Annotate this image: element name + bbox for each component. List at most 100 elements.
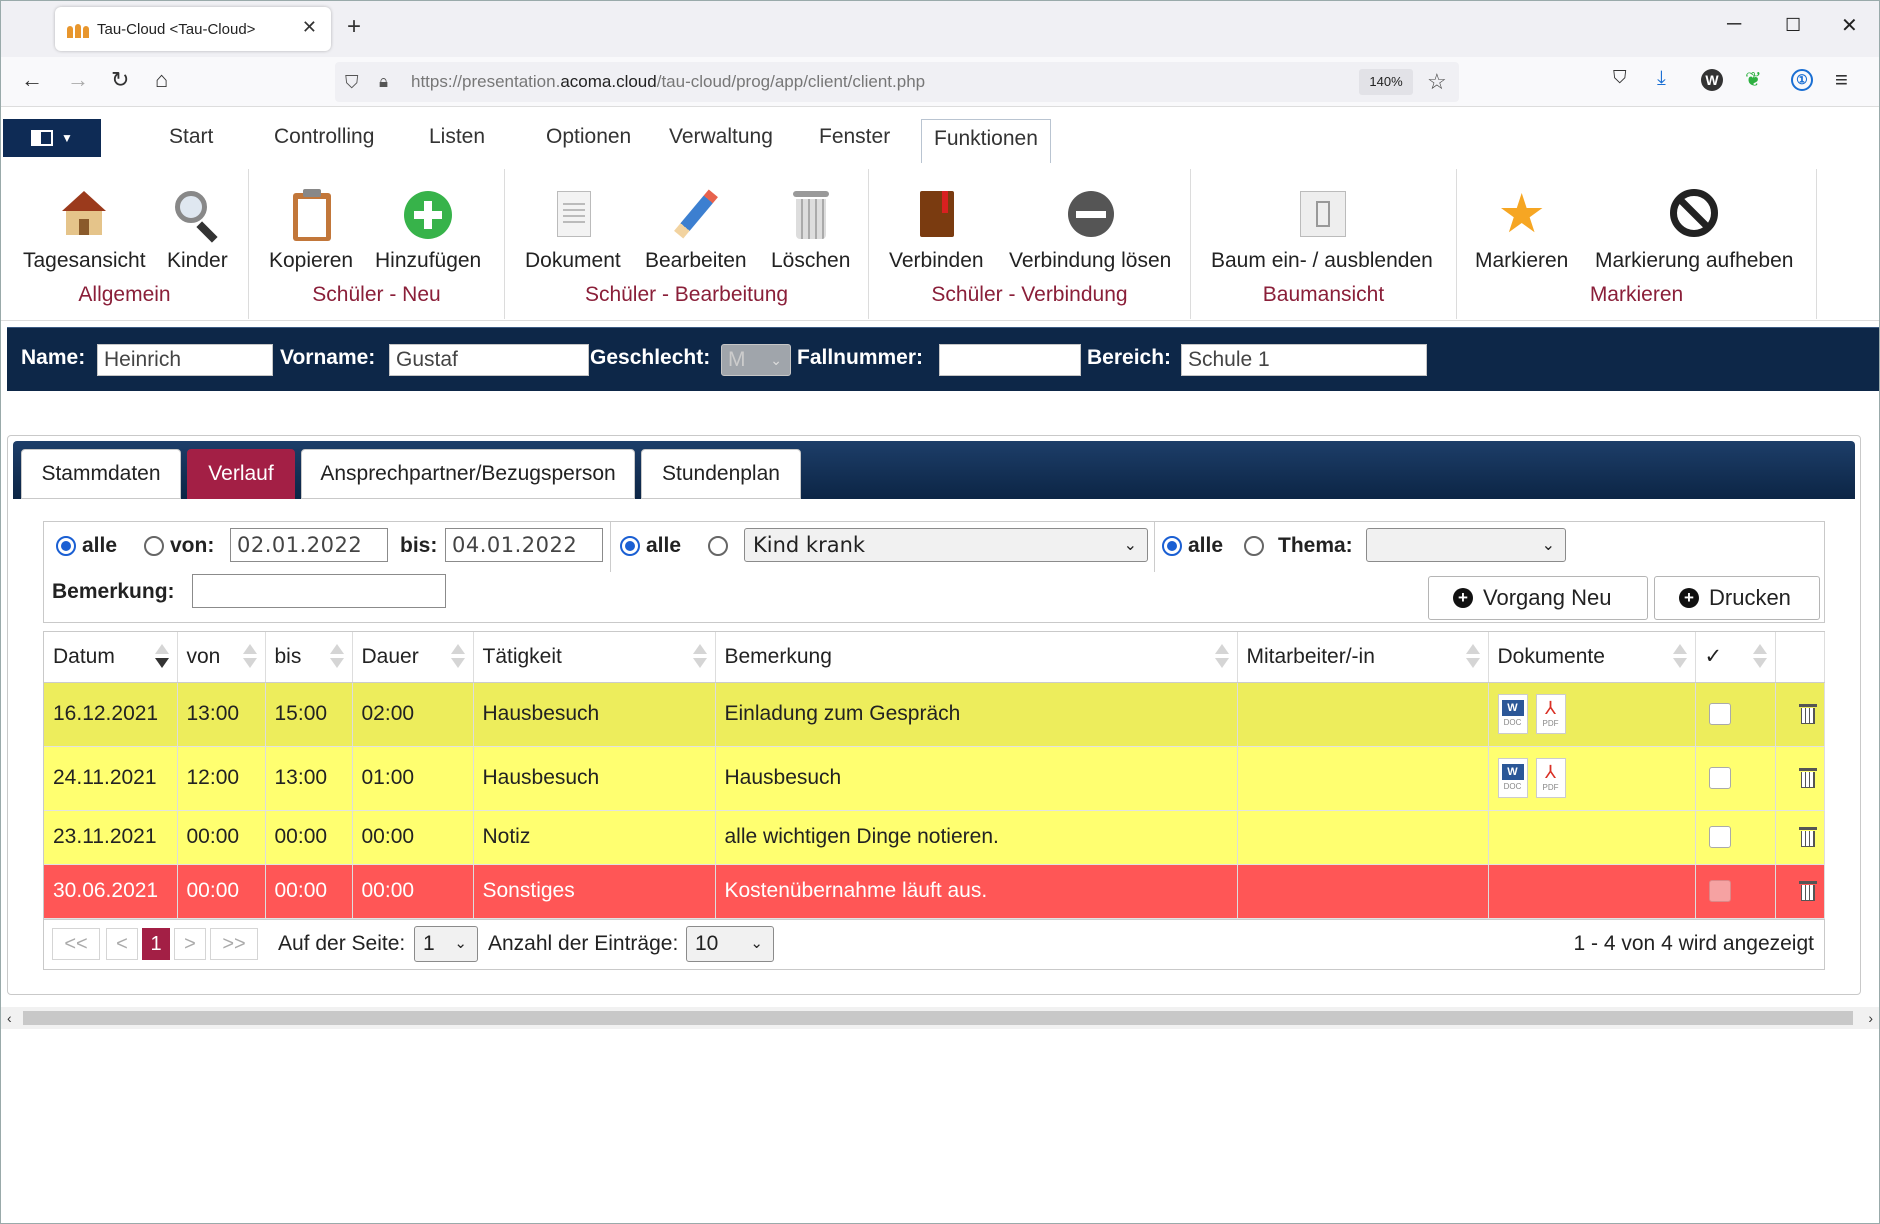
taetigkeit-select-radio[interactable]	[708, 536, 728, 556]
col-mitarbeiter[interactable]: Mitarbeiter/-in	[1237, 632, 1489, 683]
close-tab-icon[interactable]: ✕	[302, 17, 317, 38]
scroll-left-icon[interactable]: ‹	[7, 1007, 12, 1029]
maximize-icon[interactable]: ☐	[1785, 15, 1801, 36]
pocket-icon[interactable]: ⛉	[1613, 67, 1627, 88]
col-dauer[interactable]: Dauer	[352, 632, 474, 683]
menu-verwaltung[interactable]: Verwaltung	[669, 125, 773, 149]
word-doc-icon[interactable]: W DOC	[1497, 694, 1528, 734]
tab-stundenplan[interactable]: Stundenplan	[641, 449, 801, 499]
hamburger-menu-icon[interactable]: ≡	[1835, 67, 1848, 93]
col-von[interactable]: von	[177, 632, 266, 683]
count-select[interactable]: 10 ⌄	[686, 925, 774, 962]
von-date-field[interactable]: 02.01.2022	[230, 528, 388, 562]
bemerkung-field[interactable]	[192, 574, 446, 608]
date-von-radio[interactable]	[144, 536, 164, 556]
col-bis[interactable]: bis	[265, 632, 353, 683]
trash-icon[interactable]	[1798, 880, 1817, 902]
menu-optionen[interactable]: Optionen	[546, 125, 631, 149]
download-icon[interactable]: ⤓	[1657, 67, 1666, 90]
table-row[interactable]: 16.12.2021 13:00 15:00 02:00 Hausbesuch …	[44, 682, 1825, 747]
page-select[interactable]: 1 ⌄	[414, 925, 478, 962]
horizontal-scrollbar[interactable]: ‹ ›	[1, 1007, 1879, 1029]
trash-icon[interactable]	[1798, 703, 1817, 725]
dokument-button[interactable]: Dokument	[525, 187, 621, 273]
col-dokumente[interactable]: Dokumente	[1488, 632, 1696, 683]
tab-verlauf[interactable]: Verlauf	[187, 449, 295, 499]
baum-ein-ausblenden-button[interactable]: Baum ein- / ausblenden	[1211, 187, 1433, 273]
verbinden-button[interactable]: Verbinden	[889, 187, 984, 273]
reload-icon[interactable]: ↻	[111, 67, 129, 93]
forward-icon[interactable]: →	[67, 67, 89, 93]
tagesansicht-button[interactable]: Tagesansicht	[23, 187, 146, 273]
close-window-icon[interactable]: ✕	[1841, 13, 1858, 38]
bookmark-star-icon[interactable]: ☆	[1427, 69, 1447, 95]
menu-listen[interactable]: Listen	[429, 125, 485, 149]
col-taetigkeit[interactable]: Tätigkeit	[473, 632, 716, 683]
scrollbar-thumb[interactable]	[23, 1011, 1853, 1025]
url-text[interactable]: https://presentation.acoma.cloud/tau-clo…	[411, 72, 925, 92]
menu-start[interactable]: Start	[169, 125, 213, 149]
menu-fenster[interactable]: Fenster	[819, 125, 890, 149]
thema-select-radio[interactable]	[1244, 536, 1264, 556]
minimize-icon[interactable]: ─	[1727, 13, 1741, 36]
geschlecht-select[interactable]: M ⌄	[721, 344, 791, 376]
tab-ansprechpartner[interactable]: Ansprechpartner/Bezugsperson	[301, 449, 635, 499]
col-datum[interactable]: Datum	[44, 632, 178, 683]
trash-icon[interactable]	[1798, 826, 1817, 848]
scroll-right-icon[interactable]: ›	[1868, 1007, 1873, 1029]
menu-controlling[interactable]: Controlling	[274, 125, 374, 149]
pdf-doc-icon[interactable]: ⅄ PDF	[1535, 694, 1566, 734]
verbindung-loesen-button[interactable]: Verbindung lösen	[1009, 187, 1171, 273]
zoom-level[interactable]: 140%	[1359, 69, 1413, 95]
next-page-button[interactable]: >	[174, 927, 206, 960]
pdf-doc-icon[interactable]: ⅄ PDF	[1535, 758, 1566, 798]
address-bar[interactable]: ⛉ 🔒︎ https://presentation.acoma.cloud/ta…	[335, 62, 1459, 102]
markierung-aufheben-button[interactable]: Markierung aufheben	[1595, 187, 1793, 273]
app-menu-button[interactable]: ▼	[3, 119, 101, 157]
thema-select[interactable]: ⌄	[1366, 528, 1566, 562]
home-icon[interactable]: ⌂	[155, 67, 168, 93]
name-field[interactable]: Heinrich	[97, 344, 273, 376]
kinder-button[interactable]: Kinder	[167, 187, 228, 273]
back-icon[interactable]: ←	[21, 67, 43, 93]
row-checkbox[interactable]	[1708, 767, 1731, 789]
word-doc-icon[interactable]: W DOC	[1497, 758, 1528, 798]
password-manager-icon[interactable]: ①	[1791, 69, 1813, 91]
row-checkbox[interactable]	[1708, 880, 1731, 902]
last-page-button[interactable]: >>	[210, 927, 258, 960]
trash-icon[interactable]	[1798, 767, 1817, 789]
table-row[interactable]: 23.11.2021 00:00 00:00 00:00 Notiz alle …	[44, 810, 1825, 865]
row-checkbox[interactable]	[1708, 826, 1731, 848]
new-tab-icon[interactable]: +	[347, 13, 361, 41]
evernote-extension-icon[interactable]: ❦	[1745, 67, 1762, 92]
taetigkeit-alle-radio[interactable]	[620, 536, 640, 556]
shield-icon[interactable]: ⛉	[345, 72, 359, 93]
vorgang-neu-button[interactable]: + Vorgang Neu	[1428, 576, 1648, 620]
bearbeiten-button[interactable]: Bearbeiten	[645, 187, 747, 273]
table-row[interactable]: 30.06.2021 00:00 00:00 00:00 Sonstiges K…	[44, 864, 1825, 919]
wordpress-extension-icon[interactable]: W	[1701, 69, 1723, 91]
thema-alle-radio[interactable]	[1162, 536, 1182, 556]
menu-funktionen[interactable]: Funktionen	[921, 119, 1051, 165]
tab-stammdaten[interactable]: Stammdaten	[21, 449, 181, 499]
lock-icon[interactable]: 🔒︎	[379, 72, 388, 92]
vorname-field[interactable]: Gustaf	[389, 344, 589, 376]
kopieren-button[interactable]: Kopieren	[269, 187, 353, 273]
first-page-button[interactable]: <<	[52, 927, 100, 960]
fallnummer-field[interactable]	[939, 344, 1081, 376]
date-alle-radio[interactable]	[56, 536, 76, 556]
page-1-button[interactable]: 1	[142, 927, 170, 960]
markieren-button[interactable]: ★ Markieren	[1475, 187, 1568, 273]
browser-tab[interactable]: Tau-Cloud <Tau-Cloud> ✕	[55, 7, 331, 51]
hinzufuegen-button[interactable]: Hinzufügen	[375, 187, 481, 273]
taetigkeit-select[interactable]: Kind krank ⌄	[744, 528, 1148, 562]
bis-date-field[interactable]: 04.01.2022	[445, 528, 603, 562]
loeschen-button[interactable]: Löschen	[771, 187, 850, 273]
row-checkbox[interactable]	[1708, 703, 1731, 725]
prev-page-button[interactable]: <	[106, 927, 138, 960]
col-check[interactable]: ✓	[1695, 632, 1776, 683]
bereich-field[interactable]: Schule 1	[1181, 344, 1427, 376]
col-bemerkung[interactable]: Bemerkung	[715, 632, 1238, 683]
table-row[interactable]: 24.11.2021 12:00 13:00 01:00 Hausbesuch …	[44, 746, 1825, 811]
drucken-button[interactable]: + Drucken	[1654, 576, 1820, 620]
